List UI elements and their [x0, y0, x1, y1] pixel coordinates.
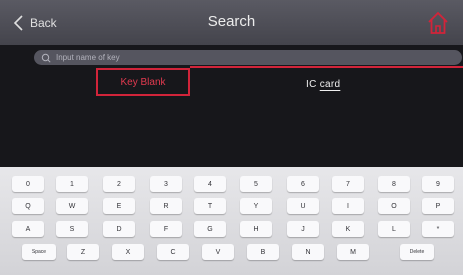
key-4[interactable]: 4 [194, 176, 226, 192]
home-icon [428, 11, 448, 34]
key-0[interactable]: 0 [12, 176, 44, 192]
key-f[interactable]: F [150, 221, 182, 237]
key-w[interactable]: W [56, 198, 88, 214]
key-k[interactable]: K [332, 221, 364, 237]
tab-key-blank[interactable]: Key Blank [96, 68, 190, 96]
key-s[interactable]: S [56, 221, 88, 237]
search-input[interactable] [56, 53, 436, 62]
key-n[interactable]: N [292, 244, 324, 260]
key-2[interactable]: 2 [103, 176, 135, 192]
key-delete[interactable]: Delete [400, 244, 434, 260]
key-b[interactable]: B [247, 244, 279, 260]
onscreen-keyboard: 0 1 2 3 4 5 6 7 8 9 Q W E R T Y U I O P A S D F G H J K L * Space Z X C V B… [0, 167, 463, 275]
key-q[interactable]: Q [12, 198, 44, 214]
page-title: Search [207, 13, 256, 30]
key-p[interactable]: P [422, 198, 454, 214]
key-o[interactable]: O [378, 198, 410, 214]
key-z[interactable]: Z [67, 244, 99, 260]
key-h[interactable]: H [240, 221, 272, 237]
selection-underline [190, 66, 463, 68]
key-x[interactable]: X [112, 244, 144, 260]
key-v[interactable]: V [202, 244, 234, 260]
home-button[interactable] [427, 10, 449, 36]
key-l[interactable]: L [378, 221, 410, 237]
key-asterisk[interactable]: * [422, 221, 454, 237]
search-icon [41, 53, 51, 63]
key-3[interactable]: 3 [150, 176, 182, 192]
key-5[interactable]: 5 [240, 176, 272, 192]
key-8[interactable]: 8 [378, 176, 410, 192]
tab-ic-card-label: IC card [306, 79, 341, 90]
key-g[interactable]: G [194, 221, 226, 237]
key-u[interactable]: U [287, 198, 319, 214]
key-t[interactable]: T [194, 198, 226, 214]
key-1[interactable]: 1 [56, 176, 88, 192]
key-d[interactable]: D [103, 221, 135, 237]
key-9[interactable]: 9 [422, 176, 454, 192]
key-a[interactable]: A [12, 221, 44, 237]
key-e[interactable]: E [103, 198, 135, 214]
key-y[interactable]: Y [240, 198, 272, 214]
key-7[interactable]: 7 [332, 176, 364, 192]
top-bar: Back Search [0, 0, 463, 45]
key-i[interactable]: I [332, 198, 364, 214]
key-6[interactable]: 6 [287, 176, 319, 192]
key-m[interactable]: M [337, 244, 369, 260]
search-bar[interactable] [34, 50, 462, 65]
key-r[interactable]: R [150, 198, 182, 214]
key-space[interactable]: Space [22, 244, 56, 260]
tab-ic-card[interactable]: IC card [306, 79, 340, 90]
key-j[interactable]: J [287, 221, 319, 237]
key-c[interactable]: C [157, 244, 189, 260]
